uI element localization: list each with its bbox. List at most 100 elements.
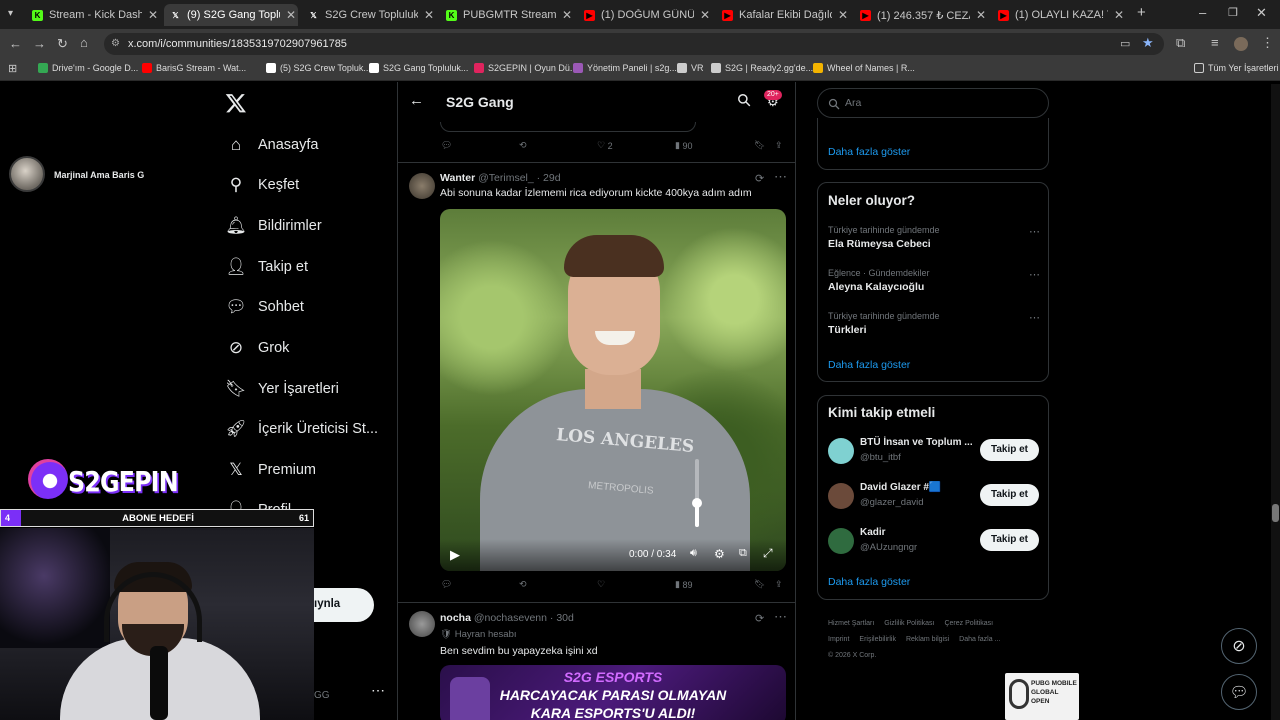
apps-icon[interactable]: ⊞ bbox=[8, 62, 17, 76]
fullscreen-icon[interactable]: ⤢ bbox=[763, 546, 773, 561]
close-tab-icon[interactable]: ✕ bbox=[1112, 8, 1126, 22]
trend-item[interactable]: Eğlence · Gündemdekiler Aleyna Kalaycıoğl… bbox=[828, 268, 1040, 293]
star-icon[interactable]: ★ bbox=[1142, 36, 1154, 50]
account-handle[interactable]: GG bbox=[314, 690, 330, 701]
suggestion-item[interactable]: BTÜ İnsan ve Toplum ... @btu_itbf bbox=[828, 437, 973, 467]
nav-item-2[interactable]: 🔔︎ Bildirimler bbox=[225, 216, 321, 236]
pip-icon[interactable]: ⧉ bbox=[739, 547, 747, 560]
tweet[interactable]: nocha @nochasevenn · 30d ⟳ ⋯ 🛡︎ Hayran h… bbox=[398, 603, 795, 720]
reply-button[interactable]: 💬︎ bbox=[441, 140, 452, 151]
bookmark-item[interactable]: VR bbox=[677, 63, 704, 73]
repost-button[interactable]: ⟲ bbox=[519, 579, 527, 590]
nav-item-0[interactable]: ⌂ Anasayfa bbox=[226, 135, 319, 155]
suggestion-item[interactable]: David Glazer #🟦 @glazer_david bbox=[828, 482, 968, 512]
bookmark-item[interactable]: S2GEPIN | Oyun Dü... bbox=[474, 63, 577, 73]
new-tab-icon[interactable]: + bbox=[1137, 5, 1146, 20]
footer-link[interactable]: Erişilebilirlik bbox=[859, 632, 896, 648]
show-more-link[interactable]: Daha fazla göster bbox=[828, 576, 910, 588]
account-menu-icon[interactable]: ⋯ bbox=[371, 682, 385, 699]
footer-link[interactable]: Daha fazla ... bbox=[959, 632, 1000, 648]
author-name[interactable]: nocha bbox=[440, 612, 471, 624]
reload-icon[interactable]: ↻ bbox=[57, 37, 68, 51]
home-browser-icon[interactable]: ⌂ bbox=[80, 36, 88, 50]
nav-item-6[interactable]: 🔖︎ Yer İşaretleri bbox=[225, 379, 339, 399]
close-tab-icon[interactable]: ✕ bbox=[284, 8, 298, 22]
restore-icon[interactable]: ❐ bbox=[1228, 6, 1238, 20]
avatar[interactable] bbox=[409, 611, 435, 637]
more-options-icon[interactable]: ⋯ bbox=[774, 609, 787, 625]
previous-tweet-media[interactable] bbox=[440, 122, 696, 132]
suggestion-item[interactable]: Kadir @AUzungngr bbox=[828, 527, 968, 557]
x-logo-icon[interactable] bbox=[225, 92, 247, 114]
cast-icon[interactable]: ▭ bbox=[1120, 37, 1130, 51]
nav-item-1[interactable]: ⚲ Keşfet bbox=[226, 175, 299, 195]
grok-icon[interactable]: ⟳ bbox=[755, 612, 764, 625]
extensions-icon[interactable]: ⧉ bbox=[1176, 36, 1185, 50]
trend-more-icon[interactable]: ⋯ bbox=[1029, 268, 1040, 281]
tweet-image[interactable]: S2G ESPORTS HARCAYACAK PARASI OLMAYAN KA… bbox=[440, 665, 786, 720]
trend-more-icon[interactable]: ⋯ bbox=[1029, 311, 1040, 324]
search-icon[interactable] bbox=[737, 93, 751, 107]
footer-link[interactable]: Reklam bilgisi bbox=[906, 632, 949, 648]
footer-link[interactable]: Hizmet Şartları bbox=[828, 616, 874, 632]
tab-1[interactable]: 𝕏 (9) S2G Gang Topluluk / X ✕ bbox=[164, 4, 298, 26]
show-more-link[interactable]: Daha fazla göster bbox=[828, 359, 910, 371]
minimize-icon[interactable]: – bbox=[1199, 6, 1206, 20]
trend-item[interactable]: Türkiye tarihinde gündemde Ela Rümeysa Ce… bbox=[828, 225, 1040, 250]
bookmark-item[interactable]: S2G | Ready2.gg'de... bbox=[711, 63, 813, 73]
like-button[interactable]: ♡ bbox=[597, 579, 605, 590]
tab-0[interactable]: K Stream - Kick Dashboard ✕ bbox=[26, 4, 160, 26]
close-tab-icon[interactable]: ✕ bbox=[698, 8, 712, 22]
back-arrow-icon[interactable]: ← bbox=[409, 92, 424, 109]
bookmark-item[interactable]: (5) S2G Crew Topluk... bbox=[266, 63, 371, 73]
follow-button[interactable]: Takip et bbox=[980, 439, 1039, 461]
tab-5[interactable]: ▶ Kafalar Ekibi Dağıldı - HE ✕ bbox=[716, 4, 850, 26]
all-bookmarks[interactable]: Tüm Yer İşaretleri bbox=[1194, 63, 1279, 73]
share-button[interactable]: ⇪ bbox=[775, 579, 783, 590]
tweet-time[interactable]: · 29d bbox=[537, 172, 561, 184]
play-icon[interactable]: ▶ bbox=[450, 547, 460, 563]
bookmark-item[interactable]: S2G Gang Topluluk... bbox=[369, 63, 468, 73]
footer-link[interactable]: Çerez Politikası bbox=[944, 616, 993, 632]
close-tab-icon[interactable]: ✕ bbox=[422, 8, 436, 22]
nav-item-8[interactable]: 𝕏 Premium bbox=[226, 460, 316, 480]
close-tab-icon[interactable]: ✕ bbox=[560, 8, 574, 22]
scrollbar-thumb[interactable] bbox=[1272, 504, 1279, 522]
bookmark-button[interactable]: 🔖︎ bbox=[754, 140, 765, 151]
tab-6[interactable]: ▶ (1) 246.357 ₺ CEZA YEDİ ✕ bbox=[854, 4, 988, 26]
footer-link[interactable]: Gizlilik Politikası bbox=[884, 616, 934, 632]
trend-item[interactable]: Türkiye tarihinde gündemde Türkleri ⋯ bbox=[828, 311, 1040, 336]
close-tab-icon[interactable]: ✕ bbox=[146, 8, 160, 22]
search-input[interactable]: Ara bbox=[817, 88, 1049, 118]
volume-icon[interactable]: 🔊︎ bbox=[690, 547, 697, 560]
messages-float-button[interactable]: 💬︎ bbox=[1221, 674, 1257, 710]
nav-item-7[interactable]: 🚀︎ İçerik Üreticisi St... bbox=[225, 419, 378, 439]
page-scrollbar[interactable] bbox=[1271, 84, 1280, 720]
author-name[interactable]: Wanter bbox=[440, 172, 475, 184]
more-options-icon[interactable]: ⋯ bbox=[774, 169, 787, 185]
author-handle[interactable]: @nochasevenn bbox=[474, 612, 547, 624]
tweet[interactable]: Wanter @Terimsel_ · 29d ⟳ ⋯ Abi sonuna k… bbox=[398, 163, 795, 603]
bookmark-item[interactable]: Wheel of Names | R... bbox=[813, 63, 915, 73]
author-handle[interactable]: @Terimsel_ bbox=[478, 172, 534, 184]
footer-link[interactable]: Imprint bbox=[828, 632, 849, 648]
views-button[interactable]: ▮ 90 bbox=[675, 140, 692, 151]
avatar[interactable] bbox=[409, 173, 435, 199]
reading-list-icon[interactable]: ≡ bbox=[1211, 36, 1219, 50]
repost-button[interactable]: ⟲ bbox=[519, 140, 527, 151]
nav-item-3[interactable]: 👤︎ Takip et bbox=[225, 257, 308, 277]
avatar[interactable] bbox=[828, 483, 854, 509]
grok-icon[interactable]: ⟳ bbox=[755, 172, 764, 185]
tweet-video[interactable]: LOS ANGELES METROPOLIS ▶ 0:00 / 0:34 🔊︎ … bbox=[440, 209, 786, 571]
settings-icon[interactable]: ⚙ bbox=[714, 547, 725, 561]
tab-7[interactable]: ▶ (1) OLAYLI KAZA! Türkiye ✕ bbox=[992, 4, 1126, 26]
post-button[interactable]: ıynla bbox=[314, 588, 374, 622]
avatar[interactable] bbox=[828, 438, 854, 464]
bookmark-button[interactable]: 🔖︎ bbox=[754, 579, 765, 590]
bookmark-item[interactable]: BarisG Stream - Wat... bbox=[142, 63, 246, 73]
bookmark-item[interactable]: Drive'ım - Google D... bbox=[38, 63, 138, 73]
back-icon[interactable]: ← bbox=[9, 37, 22, 51]
follow-button[interactable]: Takip et bbox=[980, 529, 1039, 551]
close-tab-icon[interactable]: ✕ bbox=[836, 8, 850, 22]
follow-button[interactable]: Takip et bbox=[980, 484, 1039, 506]
